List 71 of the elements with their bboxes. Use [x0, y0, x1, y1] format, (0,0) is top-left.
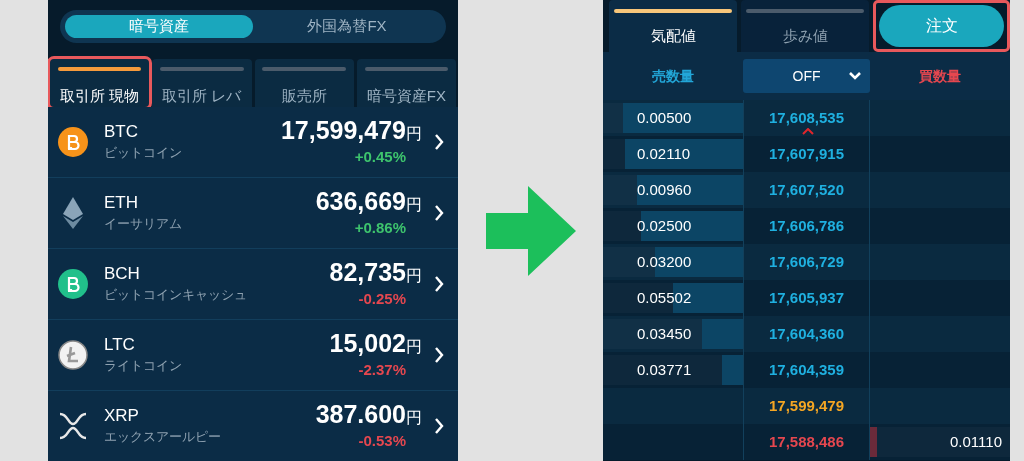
yen-unit: 円 [406, 123, 422, 144]
coin-price: 82,735 [329, 257, 406, 286]
sell-quantity-label: 売数量 [651, 66, 695, 86]
bitcoin-icon [58, 269, 88, 299]
bitcoin-icon [58, 127, 88, 157]
market-tab[interactable]: 暗号資産FX [356, 58, 456, 107]
order-price: 17,604,360 [768, 325, 845, 343]
right-arrow-icon [485, 185, 576, 276]
order-price: 17,599,479 [768, 397, 845, 415]
coin-price: 15,002 [329, 328, 406, 357]
order-price: 17,606,786 [768, 217, 845, 235]
segment-tab[interactable]: 外国為替FX [253, 15, 441, 38]
coin-symbol: LTC [104, 334, 136, 357]
coin-name: イーサリアム [104, 215, 182, 234]
coin-price: 636,669 [315, 186, 406, 215]
order-price: 17,605,937 [768, 289, 845, 307]
buy-quantity: 0.01110 [950, 432, 1002, 452]
book-tab[interactable]: 気配値 [609, 0, 737, 52]
sell-quantity: 0.03200 [637, 252, 692, 272]
coin-price: 17,599,479 [280, 115, 406, 144]
price-change: -0.25% [358, 288, 406, 309]
sell-quantity: 0.03450 [637, 324, 692, 344]
chevron-right-icon [434, 275, 444, 293]
chevron-right-icon [434, 204, 444, 222]
sell-quantity: 0.00960 [637, 180, 692, 200]
coin-symbol: ETH [104, 192, 139, 215]
price-change: +0.86% [354, 217, 406, 238]
order-price: 17,608,535 [768, 109, 845, 127]
market-tab[interactable]: 取引所 現物 [50, 58, 150, 107]
chevron-right-icon [434, 133, 444, 151]
coin-row[interactable]: LTC ライトコイン 15,002円 -2.37% [48, 320, 458, 391]
market-tab[interactable]: 販売所 [254, 58, 354, 107]
chevron-right-icon [434, 417, 444, 435]
order-price: 17,604,359 [768, 361, 845, 379]
order-price: 17,606,729 [768, 253, 845, 271]
coin-symbol: BCH [104, 263, 141, 286]
yen-unit: 円 [406, 407, 422, 428]
price-change: -0.53% [358, 430, 406, 451]
coin-symbol: BTC [104, 121, 139, 144]
book-tab[interactable]: 歩み値 [741, 0, 869, 52]
filter-dropdown[interactable]: OFF [743, 59, 870, 93]
order-price: 17,607,520 [768, 181, 845, 199]
price-change: +0.45% [354, 146, 406, 167]
coin-name: ビットコイン [104, 144, 182, 163]
yen-unit: 円 [406, 265, 422, 286]
yen-unit: 円 [406, 194, 422, 215]
coin-price: 387.600 [315, 399, 406, 428]
sell-quantity: 0.02500 [637, 216, 692, 236]
x-mark-icon [58, 412, 88, 440]
caret-up-icon [802, 128, 814, 135]
coin-row[interactable]: BCH ビットコインキャッシュ 82,735円 -0.25% [48, 249, 458, 320]
coin-row[interactable]: ETH イーサリアム 636,669円 +0.86% [48, 178, 458, 249]
order-price: 17,607,915 [768, 145, 845, 163]
coin-symbol: XRP [104, 405, 140, 428]
litecoin-icon [58, 340, 88, 370]
coin-row[interactable]: BTC ビットコイン 17,599,479円 +0.45% [48, 107, 458, 178]
coin-row[interactable]: XRP エックスアールピー 387.600円 -0.53% [48, 391, 458, 461]
coin-name: エックスアールピー [104, 428, 221, 447]
coin-name: ビットコインキャッシュ [104, 286, 247, 305]
coin-name: ライトコイン [104, 357, 182, 376]
market-tab[interactable]: 取引所 レバ [152, 58, 252, 107]
chevron-right-icon [434, 346, 444, 364]
sell-quantity: 0.00500 [637, 108, 692, 128]
sell-quantity: 0.02110 [637, 144, 691, 164]
sell-quantity: 0.05502 [637, 288, 692, 308]
buy-quantity-label: 買数量 [918, 66, 962, 86]
order-price: 17,588,486 [768, 433, 845, 451]
sell-quantity: 0.03771 [637, 360, 692, 380]
yen-unit: 円 [406, 336, 422, 357]
chevron-down-icon [848, 71, 862, 81]
price-change: -2.37% [358, 359, 406, 380]
